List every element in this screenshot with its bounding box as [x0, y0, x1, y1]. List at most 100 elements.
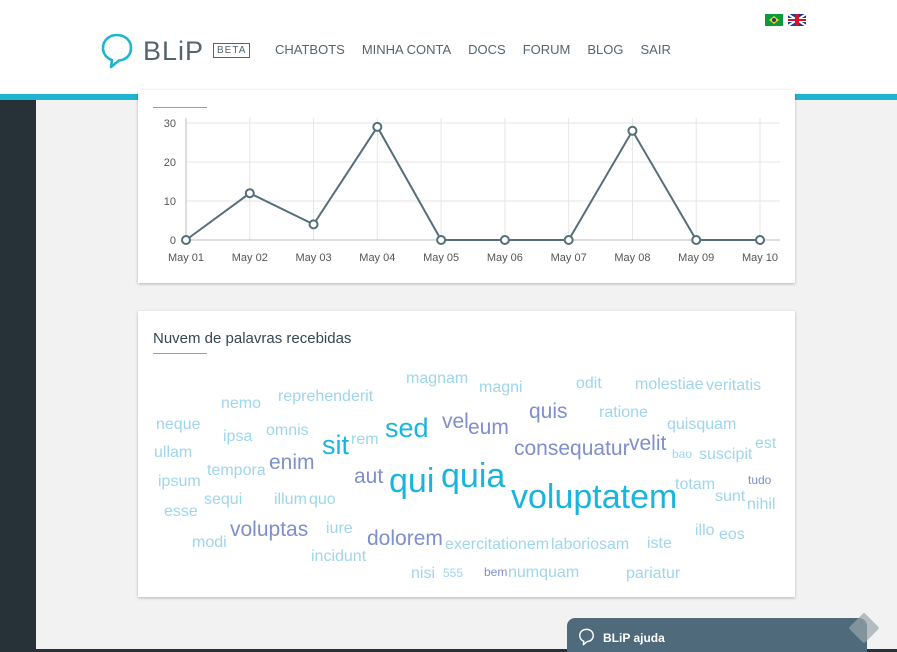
y-tick-label: 30 [164, 118, 176, 130]
x-tick-label: May 04 [359, 252, 395, 264]
word-cloud-word: eum [468, 416, 509, 439]
nav-chatbots[interactable]: CHATBOTS [275, 42, 345, 57]
language-selector [765, 14, 806, 26]
x-tick-label: May 08 [614, 252, 650, 264]
series-line [185, 124, 760, 241]
word-cloud-word: omnis [266, 422, 309, 439]
data-point [691, 235, 702, 245]
word-cloud-word: quia [441, 457, 506, 495]
y-tick-label: 10 [164, 196, 176, 208]
data-point [436, 235, 447, 245]
word-cloud-word: iure [326, 520, 353, 537]
x-tick-label: May 06 [487, 252, 523, 264]
word-cloud-word: rem [351, 431, 379, 448]
word-cloud-word: ullam [154, 444, 193, 461]
y-tick-label: 20 [164, 157, 176, 169]
word-cloud-word: bem [484, 565, 508, 579]
data-point [308, 219, 319, 230]
top-header: BLiP BETA CHATBOTS MINHA CONTA DOCS FORU… [0, 0, 897, 94]
nav-docs[interactable]: DOCS [468, 42, 506, 57]
word-cloud-word: reprehenderit [278, 388, 374, 405]
word-cloud-word: nihil [747, 496, 776, 513]
data-point [499, 235, 510, 245]
word-cloud-word: qui [389, 462, 435, 500]
blip-logo[interactable]: BLiP [101, 33, 204, 69]
nav-sair[interactable]: SAIR [641, 42, 671, 57]
main-nav: CHATBOTS MINHA CONTA DOCS FORUM BLOG SAI… [275, 42, 688, 57]
word-cloud-word: sunt [715, 488, 746, 505]
word-cloud-word: tempora [207, 462, 266, 479]
word-cloud-card: Nuvem de palavras recebidas magnam magni o… [138, 311, 795, 597]
word-cloud-word: magnam [406, 370, 469, 387]
word-cloud-word: dolorem [367, 527, 443, 550]
word-cloud-word: quisquam [667, 416, 737, 433]
word-cloud-word: voluptas [230, 518, 309, 541]
logo-text: BLiP [143, 35, 205, 66]
chat-bubble-logo-icon [101, 33, 133, 69]
word-cloud-word: pariatur [626, 565, 681, 582]
help-widget-label: BLiP ajuda [603, 631, 665, 645]
word-cloud-word: numquam [508, 564, 580, 581]
word-cloud-word: neque [156, 416, 201, 433]
word-cloud-word: laboriosam [551, 536, 630, 553]
line-chart-card: 0 10 20 30 May 01 May 02 May 03 May 04 May 05 May… [138, 90, 795, 283]
word-cloud-word: ipsa [223, 428, 253, 445]
word-cloud-word: voluptatem [511, 478, 678, 516]
word-cloud-word: velit [629, 432, 667, 455]
x-tick-label: May 03 [296, 252, 332, 264]
beta-badge: BETA [213, 43, 251, 58]
word-cloud-word: magni [479, 379, 523, 396]
x-tick-label: May 07 [551, 252, 587, 264]
word-cloud-word: consequatur [514, 437, 630, 460]
word-cloud-word: esse [164, 503, 198, 520]
word-cloud-word: bao [672, 447, 693, 461]
word-cloud-word: sequi [204, 491, 243, 508]
card-title-underline [153, 353, 207, 354]
help-chat-widget[interactable]: BLiP ajuda [567, 618, 867, 652]
word-cloud-word: quis [529, 400, 568, 423]
x-tick-label: May 01 [168, 252, 204, 264]
nav-minha-conta[interactable]: MINHA CONTA [362, 42, 451, 57]
word-cloud-word: eos [719, 526, 745, 543]
word-cloud-word: nisi [411, 565, 436, 582]
word-cloud-word: incidunt [311, 548, 367, 565]
word-cloud-word: modi [192, 534, 227, 551]
word-cloud-word: totam [675, 476, 716, 493]
word-cloud-word: exercitationem [445, 536, 550, 553]
flag-uk-icon[interactable] [788, 14, 806, 26]
word-cloud-word: sit [322, 430, 349, 460]
sidebar [0, 100, 36, 652]
word-cloud-word: illo [695, 522, 715, 539]
word-cloud-word: illum [274, 491, 307, 508]
data-point [181, 235, 191, 245]
card-title: Nuvem de palavras recebidas [153, 330, 352, 347]
word-cloud-word: nemo [221, 395, 262, 412]
data-point [755, 235, 765, 245]
chat-bubble-icon [579, 628, 594, 646]
x-tick-label: May 02 [232, 252, 268, 264]
word-cloud-word: est [755, 435, 777, 452]
flag-brazil-icon[interactable] [765, 14, 783, 26]
word-cloud-word: suscipit [699, 446, 753, 463]
word-cloud-word: tudo [748, 473, 772, 487]
word-cloud-word: ipsum [158, 473, 201, 490]
word-cloud-word: iste [647, 535, 672, 552]
word-cloud-word: veritatis [706, 377, 762, 394]
data-point [372, 121, 383, 132]
word-cloud-word: enim [269, 451, 315, 474]
word-cloud-word: sed [385, 413, 429, 443]
x-tick-label: May 09 [678, 252, 714, 264]
data-point [244, 188, 255, 199]
line-chart: 0 10 20 30 May 01 May 02 May 03 May 04 May 05 May… [164, 118, 780, 264]
word-cloud-word: 555 [443, 566, 464, 580]
x-tick-label: May 05 [423, 252, 459, 264]
x-tick-label: May 10 [742, 252, 778, 264]
word-cloud-word: odit [576, 375, 602, 392]
nav-forum[interactable]: FORUM [523, 42, 571, 57]
nav-blog[interactable]: BLOG [587, 42, 623, 57]
word-cloud-word: ratione [599, 404, 648, 421]
word-cloud-word: vel [442, 410, 469, 433]
y-tick-label: 0 [170, 235, 176, 247]
word-cloud-word: molestiae [635, 376, 704, 393]
data-point [563, 235, 574, 245]
